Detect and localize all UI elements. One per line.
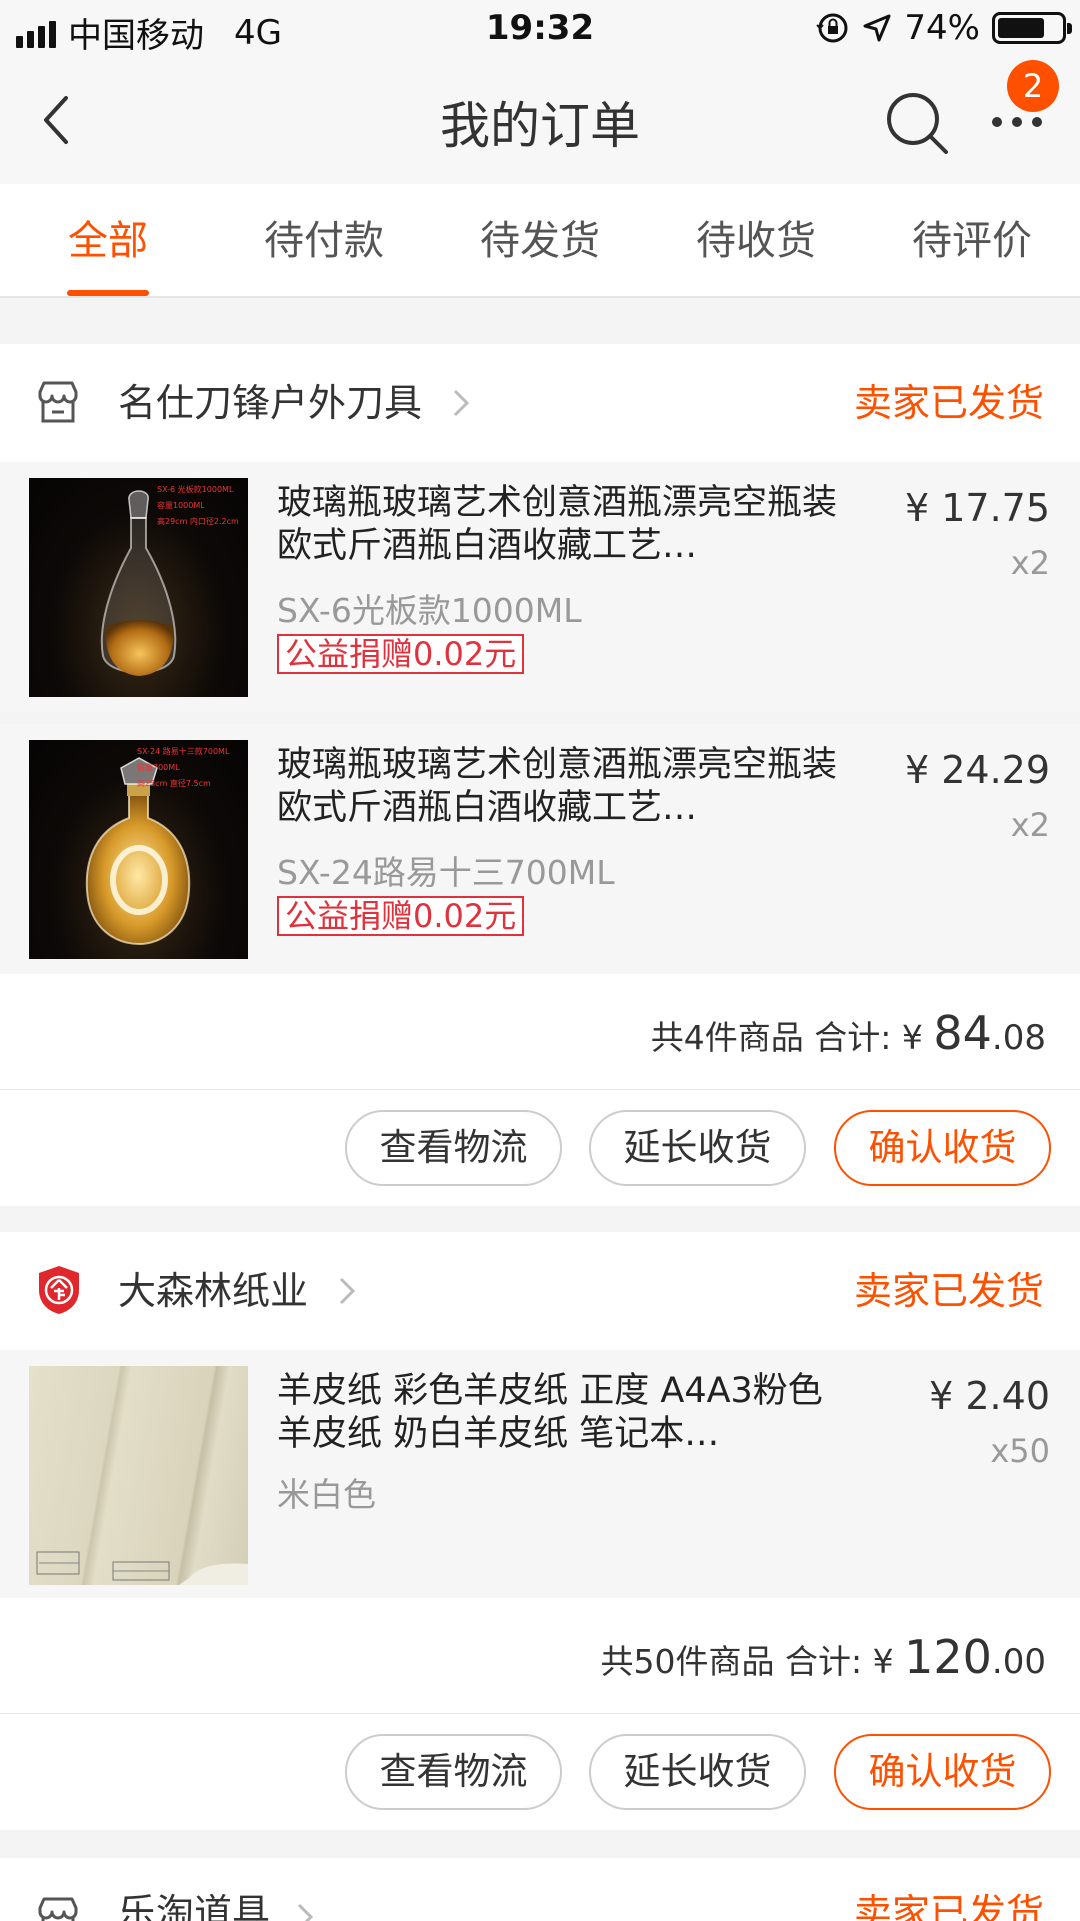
- glass-bottle-image: [100, 490, 177, 676]
- total-prefix: 共4件商品 合计: ¥: [650, 1018, 934, 1057]
- image-caption: 容量700ML: [137, 763, 180, 772]
- order-actions: 查看物流 延长收货 确认收货: [0, 1714, 1080, 1830]
- total-decimal: .08: [991, 1018, 1046, 1058]
- tab-label: 全部: [68, 218, 148, 264]
- status-bar: 中国移动 4G 19:32 74%: [0, 0, 1080, 58]
- search-icon[interactable]: [884, 90, 950, 156]
- tab-pending-payment[interactable]: 待付款: [216, 184, 432, 296]
- product-quantity: x2: [1010, 544, 1050, 582]
- product-price: ¥ 2.40: [929, 1374, 1050, 1418]
- order-actions: 查看物流 延长收货 确认收货: [0, 1090, 1080, 1206]
- shop-icon: [38, 381, 78, 423]
- order-status: 卖家已发货: [853, 1269, 1044, 1313]
- product-title[interactable]: 羊皮纸 彩色羊皮纸 正度 A4A3粉色羊皮纸 奶白羊皮纸 笔记本…: [277, 1370, 837, 1456]
- product-image[interactable]: [29, 1366, 248, 1585]
- total-prefix: 共50件商品 合计: ¥: [600, 1642, 905, 1681]
- notification-badge: 2: [1007, 60, 1059, 112]
- order-total: 共4件商品 合计: ¥ 84.08: [651, 1008, 1046, 1063]
- image-caption: SX-6 光板款1000ML: [157, 485, 234, 494]
- total-integer: 84: [933, 1006, 992, 1060]
- tab-all[interactable]: 全部: [0, 184, 216, 296]
- order-status: 卖家已发货: [853, 381, 1044, 425]
- tab-pending-review[interactable]: 待评价: [864, 184, 1080, 296]
- product-price: ¥ 24.29: [904, 748, 1050, 792]
- view-logistics-button[interactable]: 查看物流: [345, 1734, 562, 1810]
- product-title[interactable]: 玻璃瓶玻璃艺术创意酒瓶漂亮空瓶装欧式斤酒瓶白酒收藏工艺…: [277, 482, 837, 568]
- product-quantity: x50: [990, 1432, 1050, 1470]
- store-header[interactable]: 名仕刀锋户外刀具 卖家已发货: [0, 344, 1080, 462]
- product-title[interactable]: 玻璃瓶玻璃艺术创意酒瓶漂亮空瓶装欧式斤酒瓶白酒收藏工艺…: [277, 744, 837, 830]
- order-item[interactable]: SX-24 路易十三款700ML 容量700ML 高23cm 直径7.5cm 玻…: [0, 724, 1080, 974]
- shop-icon: [38, 1897, 78, 1921]
- charity-tag: 公益捐赠0.02元: [277, 634, 525, 674]
- tab-label: 待收货: [696, 218, 816, 264]
- total-integer: 120: [904, 1630, 992, 1684]
- tab-label: 待评价: [912, 218, 1032, 264]
- extend-receipt-button[interactable]: 延长收货: [589, 1734, 806, 1810]
- product-price: ¥ 17.75: [904, 486, 1050, 530]
- image-caption: 高23cm 直径7.5cm: [137, 779, 211, 788]
- order-total: 共50件商品 合计: ¥ 120.00: [601, 1632, 1046, 1687]
- enterprise-shield-icon: [39, 1266, 79, 1314]
- image-caption: SX-24 路易十三款700ML: [137, 747, 230, 756]
- order-card: 乐淘道具 卖家已发货: [0, 1858, 1080, 1921]
- order-summary: 共4件商品 合计: ¥ 84.08: [0, 974, 1080, 1090]
- product-image[interactable]: SX-24 路易十三款700ML 容量700ML 高23cm 直径7.5cm: [29, 740, 248, 959]
- image-caption: 容量1000ML: [157, 501, 205, 510]
- tab-pending-receipt[interactable]: 待收货: [648, 184, 864, 296]
- store-name[interactable]: 乐淘道具: [118, 1888, 270, 1921]
- tab-pending-shipment[interactable]: 待发货: [432, 184, 648, 296]
- order-tabs: 全部 待付款 待发货 待收货 待评价: [0, 184, 1080, 298]
- product-sku: SX-24路易十三700ML: [277, 853, 615, 892]
- total-decimal: .00: [991, 1642, 1046, 1682]
- confirm-receipt-button[interactable]: 确认收货: [834, 1734, 1051, 1810]
- battery-percent: 74%: [904, 8, 980, 48]
- rotation-lock-icon: [816, 13, 848, 43]
- chevron-right-icon: [339, 1277, 356, 1305]
- parchment-paper-image: [36, 1551, 248, 1585]
- tab-label: 待发货: [480, 218, 600, 264]
- product-quantity: x2: [1010, 806, 1050, 844]
- store-header[interactable]: 乐淘道具 卖家已发货: [0, 1858, 1080, 1921]
- product-sku: 米白色: [277, 1475, 376, 1514]
- battery-icon: [992, 12, 1072, 44]
- chevron-right-icon: [453, 389, 470, 417]
- image-caption: 高29cm 内口径2.2cm: [157, 517, 239, 526]
- store-header[interactable]: 大森林纸业 卖家已发货: [0, 1232, 1080, 1350]
- product-image[interactable]: SX-6 光板款1000ML 容量1000ML 高29cm 内口径2.2cm: [29, 478, 248, 697]
- product-sku: SX-6光板款1000ML: [277, 591, 582, 630]
- confirm-receipt-button[interactable]: 确认收货: [834, 1110, 1051, 1186]
- order-item[interactable]: 羊皮纸 彩色羊皮纸 正度 A4A3粉色羊皮纸 奶白羊皮纸 笔记本… 米白色 ¥ …: [0, 1350, 1080, 1598]
- view-logistics-button[interactable]: 查看物流: [345, 1110, 562, 1186]
- store-name[interactable]: 名仕刀锋户外刀具: [118, 378, 422, 428]
- charity-tag: 公益捐赠0.02元: [277, 896, 525, 936]
- order-summary: 共50件商品 合计: ¥ 120.00: [0, 1598, 1080, 1714]
- tab-active-indicator: [67, 290, 149, 296]
- tab-label: 待付款: [264, 218, 384, 264]
- order-item[interactable]: SX-6 光板款1000ML 容量1000ML 高29cm 内口径2.2cm 玻…: [0, 462, 1080, 712]
- extend-receipt-button[interactable]: 延长收货: [589, 1110, 806, 1186]
- location-arrow-icon: [863, 14, 891, 42]
- nav-bar: 我的订单 2: [0, 58, 1080, 184]
- order-status: 卖家已发货: [853, 1891, 1044, 1921]
- store-name[interactable]: 大森林纸业: [118, 1266, 308, 1316]
- order-card: 大森林纸业 卖家已发货 羊皮纸 彩色羊皮纸 正度 A4A3粉色羊皮纸 奶白羊皮纸…: [0, 1232, 1080, 1832]
- order-card: 名仕刀锋户外刀具 卖家已发货 SX-6 光板款1000ML 容量1000ML 高…: [0, 344, 1080, 1206]
- chevron-right-icon: [297, 1903, 314, 1921]
- more-icon[interactable]: [990, 112, 1044, 132]
